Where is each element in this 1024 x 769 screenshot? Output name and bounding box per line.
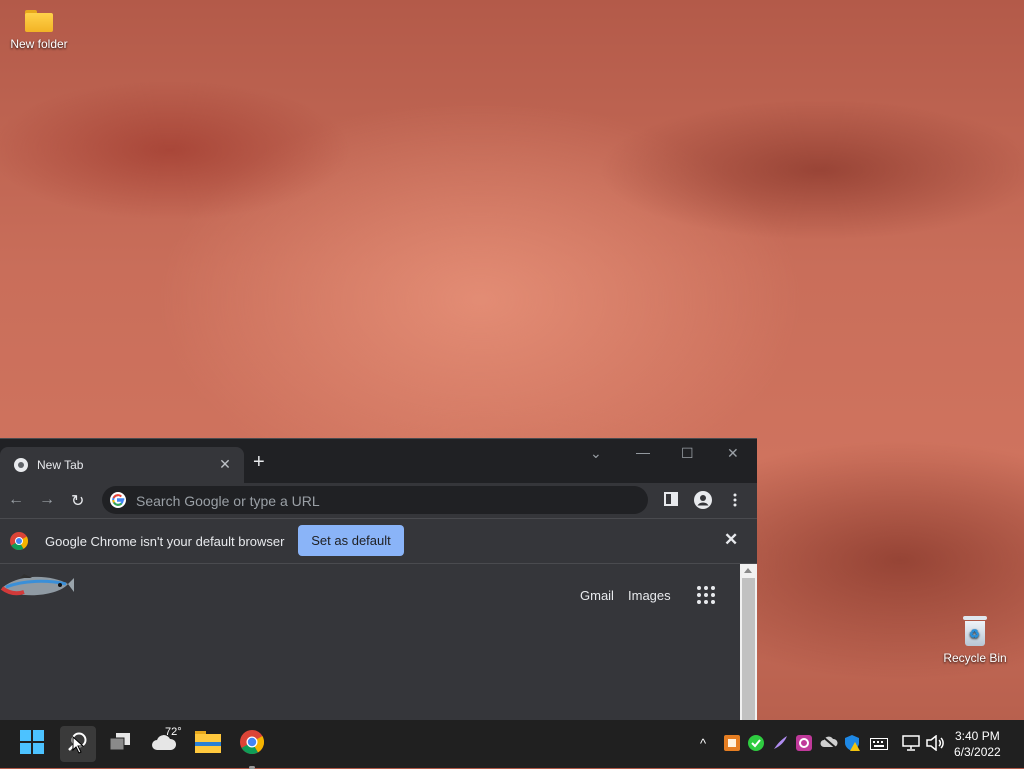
task-view-button[interactable] [104, 728, 136, 760]
folder-icon [25, 10, 53, 32]
tab-close-button[interactable]: ✕ [218, 456, 232, 473]
feather-icon[interactable] [772, 735, 788, 756]
images-link[interactable]: Images [628, 588, 671, 603]
google-g-icon [110, 492, 126, 513]
tab-strip: New Tab ✕ + ⌄ — ☐ ✕ [0, 439, 757, 483]
keyboard-icon[interactable] [870, 737, 888, 755]
chrome-taskbar-button[interactable] [236, 728, 268, 769]
minimize-button[interactable]: — [636, 444, 650, 460]
scroll-up-arrow-icon[interactable] [744, 568, 752, 573]
start-button[interactable] [16, 728, 48, 760]
omnibox-input[interactable] [134, 489, 638, 513]
google-apps-icon[interactable] [697, 586, 715, 604]
app-tray-icon-purple[interactable] [796, 735, 812, 756]
chrome-window: New Tab ✕ + ⌄ — ☐ ✕ ← → ↻ Search Google … [0, 438, 757, 721]
menu-kebab-icon[interactable] [733, 493, 737, 512]
clock[interactable]: 3:40 PM 6/3/2022 [954, 728, 1001, 760]
clock-time: 3:40 PM [955, 729, 1000, 743]
toolbar: ← → ↻ [0, 483, 757, 517]
profile-icon[interactable] [694, 491, 712, 514]
clock-date: 6/3/2022 [954, 745, 1001, 759]
tab-title: New Tab [37, 458, 84, 472]
omnibox[interactable] [102, 486, 648, 514]
recycle-bin-icon: ♻ [963, 616, 987, 646]
chrome-favicon-icon [14, 458, 28, 475]
scrollbar[interactable] [740, 564, 757, 721]
security-check-icon[interactable] [748, 735, 764, 756]
tab-search-button[interactable]: ⌄ [590, 445, 602, 462]
new-tab-button[interactable]: + [253, 452, 265, 472]
fish-doodle-icon [0, 566, 74, 611]
start-icon [20, 729, 44, 759]
desktop-icon-recycle-bin[interactable]: ♻ Recycle Bin [940, 616, 1010, 665]
gmail-link[interactable]: Gmail [580, 588, 614, 603]
back-button[interactable]: ← [8, 491, 24, 509]
task-view-icon [108, 732, 132, 757]
mouse-cursor-icon [72, 735, 85, 759]
weather-widget-button[interactable]: 72° [148, 726, 182, 760]
maximize-button[interactable]: ☐ [681, 445, 694, 462]
close-window-button[interactable]: ✕ [727, 445, 739, 462]
scrollbar-thumb[interactable] [742, 578, 755, 721]
volume-icon[interactable] [926, 734, 944, 756]
side-panel-icon[interactable] [664, 492, 678, 511]
desktop-icon-new-folder[interactable]: New folder [8, 10, 70, 51]
new-tab-page: Gmail Images [0, 564, 740, 721]
infobar-message: Google Chrome isn't your default browser [45, 534, 285, 549]
set-as-default-button[interactable]: Set as default [298, 525, 404, 556]
desktop-icon-label: Recycle Bin [943, 651, 1007, 665]
desktop-icon-label: New folder [10, 37, 68, 51]
chrome-logo-icon [10, 532, 29, 555]
chrome-icon [240, 729, 265, 759]
taskbar: 72° ^ 3:40 PM 6/3/2022 [0, 720, 1024, 769]
tab-new-tab[interactable]: New Tab ✕ [0, 447, 244, 483]
file-explorer-button[interactable] [192, 728, 224, 760]
defender-warning-icon[interactable] [844, 735, 860, 756]
forward-button[interactable]: → [39, 491, 55, 509]
reload-button[interactable]: ↻ [71, 491, 84, 511]
app-tray-icon-orange[interactable] [724, 735, 740, 756]
default-browser-infobar: Google Chrome isn't your default browser… [0, 518, 757, 564]
infobar-close-button[interactable]: ✕ [724, 530, 738, 550]
network-icon[interactable] [902, 735, 920, 756]
onedrive-offline-icon[interactable] [820, 735, 838, 754]
weather-temp: 72° [165, 726, 182, 738]
show-hidden-icons-chevron-icon[interactable]: ^ [700, 736, 706, 751]
file-explorer-icon [195, 730, 221, 758]
